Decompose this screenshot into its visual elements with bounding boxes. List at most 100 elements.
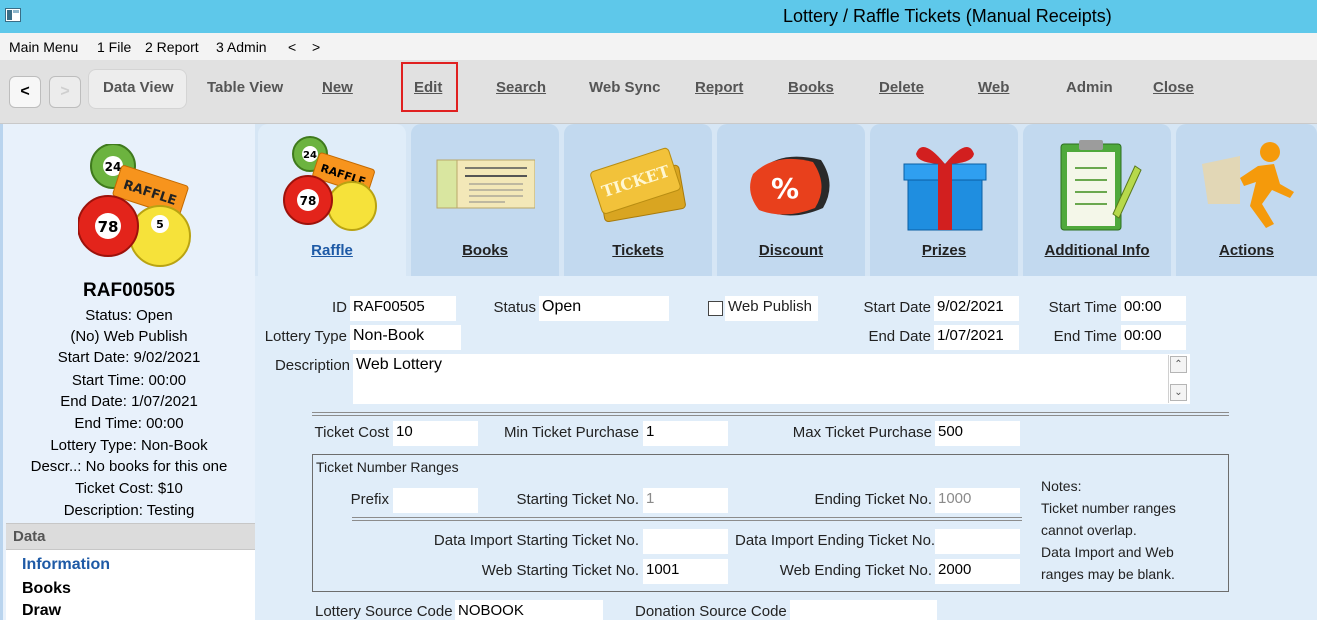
- menu-main[interactable]: Main Menu: [9, 39, 78, 55]
- tab-prizes-label: Prizes: [921, 242, 967, 259]
- svg-text:24: 24: [303, 150, 317, 161]
- app-icon[interactable]: [5, 8, 21, 22]
- lottery-source-label: Lottery Source Code: [315, 603, 453, 620]
- data-item-draw[interactable]: Draw: [22, 602, 61, 620]
- start-date-field[interactable]: 9/02/2021: [934, 296, 1019, 321]
- starting-ticket-field[interactable]: 1: [643, 488, 728, 513]
- start-date-label: Start Date: [863, 299, 931, 316]
- svg-text:%: %: [771, 172, 799, 205]
- web-publish-label[interactable]: Web Publish: [725, 296, 818, 321]
- gift-box-icon: [903, 146, 987, 231]
- end-time-label: End Time: [1053, 328, 1117, 345]
- notes-line-2: Ticket number ranges: [1041, 500, 1176, 516]
- notes-line-4: Data Import and Web: [1041, 544, 1174, 560]
- description-scrollbar[interactable]: ⌃ ⌄: [1168, 355, 1188, 403]
- end-time-field[interactable]: 00:00: [1121, 325, 1186, 350]
- notes-line-3: cannot overlap.: [1041, 522, 1137, 538]
- raffle-balls-logo-icon: 24 RAFFLE 5 78: [78, 144, 191, 267]
- scroll-up-icon[interactable]: ⌃: [1170, 356, 1187, 373]
- sidebar-status: Status: Open: [85, 307, 173, 324]
- tab-tickets[interactable]: TICKET Tickets: [564, 124, 712, 276]
- end-date-field[interactable]: 1/07/2021: [934, 325, 1019, 350]
- admin-button[interactable]: Admin: [1066, 79, 1113, 96]
- record-code: RAF00505: [83, 280, 175, 301]
- data-section-title: Data: [13, 528, 46, 545]
- report-button[interactable]: Report: [695, 79, 743, 96]
- prefix-label: Prefix: [350, 491, 389, 508]
- close-button[interactable]: Close: [1153, 79, 1194, 96]
- data-section-header: Data: [6, 523, 255, 550]
- menu-bar: Main Menu 1 File 2 Report 3 Admin < >: [0, 33, 1317, 60]
- lottery-source-field[interactable]: NOBOOK: [455, 600, 603, 620]
- tab-books[interactable]: Books: [411, 124, 559, 276]
- back-button[interactable]: <: [9, 76, 41, 108]
- tab-prizes[interactable]: Prizes: [870, 124, 1018, 276]
- data-view-button[interactable]: Data View: [103, 79, 174, 96]
- menu-back[interactable]: <: [288, 39, 296, 55]
- edit-button[interactable]: Edit: [414, 79, 442, 96]
- lottery-type-field[interactable]: Non-Book: [350, 325, 461, 350]
- max-purchase-field[interactable]: 500: [935, 421, 1020, 446]
- import-end-field[interactable]: [935, 529, 1020, 554]
- description-field[interactable]: Web Lottery: [353, 354, 1190, 404]
- new-button[interactable]: New: [322, 79, 353, 96]
- starting-ticket-label: Starting Ticket No.: [516, 491, 639, 508]
- table-view-button[interactable]: Table View: [207, 79, 283, 96]
- prefix-field[interactable]: [393, 488, 478, 513]
- tab-additional-info-label: Additional Info: [1044, 242, 1150, 259]
- sidebar-descr: Descr..: No books for this one: [30, 458, 228, 475]
- clipboard-icon: [1060, 140, 1142, 231]
- ticket-cost-field[interactable]: 10: [393, 421, 478, 446]
- web-sync-button[interactable]: Web Sync: [589, 79, 660, 96]
- menu-report[interactable]: 2 Report: [145, 39, 199, 55]
- svg-text:78: 78: [300, 194, 317, 208]
- main-panel: 24 RAFFLE 78 Raffle Books TICKET Tickets…: [255, 124, 1317, 620]
- raffle-balls-icon: 24 RAFFLE 78: [283, 136, 377, 231]
- import-start-field[interactable]: [643, 529, 728, 554]
- data-list: Information Books Draw: [6, 550, 255, 620]
- tickets-icon: TICKET: [590, 147, 686, 223]
- menu-file[interactable]: 1 File: [97, 39, 131, 55]
- sidebar-web-publish: (No) Web Publish: [70, 328, 188, 345]
- ending-ticket-field[interactable]: 1000: [935, 488, 1020, 513]
- min-purchase-label: Min Ticket Purchase: [503, 424, 639, 441]
- sidebar-end-time: End Time: 00:00: [74, 415, 184, 432]
- lottery-type-label: Lottery Type: [264, 328, 347, 345]
- scroll-down-icon[interactable]: ⌄: [1170, 384, 1187, 401]
- web-end-field[interactable]: 2000: [935, 559, 1020, 584]
- running-man-icon: [1202, 142, 1294, 228]
- sidebar-end-date: End Date: 1/07/2021: [60, 393, 198, 410]
- start-time-field[interactable]: 00:00: [1121, 296, 1186, 321]
- tab-raffle-label: Raffle: [311, 242, 353, 259]
- delete-button[interactable]: Delete: [879, 79, 924, 96]
- tab-actions[interactable]: Actions: [1176, 124, 1317, 276]
- search-button[interactable]: Search: [496, 79, 546, 96]
- min-purchase-field[interactable]: 1: [643, 421, 728, 446]
- id-field[interactable]: RAF00505: [350, 296, 456, 321]
- tab-books-label: Books: [462, 242, 508, 259]
- data-item-books[interactable]: Books: [22, 580, 71, 598]
- ticket-cost-label: Ticket Cost: [314, 424, 389, 441]
- menu-admin[interactable]: 3 Admin: [216, 39, 267, 55]
- tab-actions-label: Actions: [1218, 242, 1274, 259]
- sidebar: 24 RAFFLE 5 78 RAF00505 Status: Open (No…: [0, 124, 255, 620]
- status-field[interactable]: Open: [539, 296, 669, 321]
- tab-raffle[interactable]: 24 RAFFLE 78 Raffle: [258, 124, 406, 276]
- web-start-field[interactable]: 1001: [643, 559, 728, 584]
- tab-tickets-label: Tickets: [612, 242, 664, 259]
- books-button[interactable]: Books: [788, 79, 834, 96]
- max-purchase-label: Max Ticket Purchase: [792, 424, 932, 441]
- web-end-label: Web Ending Ticket No.: [779, 562, 932, 579]
- web-publish-checkbox[interactable]: [708, 301, 723, 316]
- start-time-label: Start Time: [1048, 299, 1117, 316]
- donation-source-field[interactable]: [790, 600, 937, 620]
- tab-additional-info[interactable]: Additional Info: [1023, 124, 1171, 276]
- tab-discount-label: Discount: [758, 242, 824, 259]
- svg-text:5: 5: [156, 218, 164, 231]
- forward-button[interactable]: >: [49, 76, 81, 108]
- menu-forward[interactable]: >: [312, 39, 320, 55]
- web-button[interactable]: Web: [978, 79, 1009, 96]
- tab-discount[interactable]: % Discount: [717, 124, 865, 276]
- ticket-book-icon: [436, 159, 535, 209]
- data-item-information[interactable]: Information: [22, 556, 110, 574]
